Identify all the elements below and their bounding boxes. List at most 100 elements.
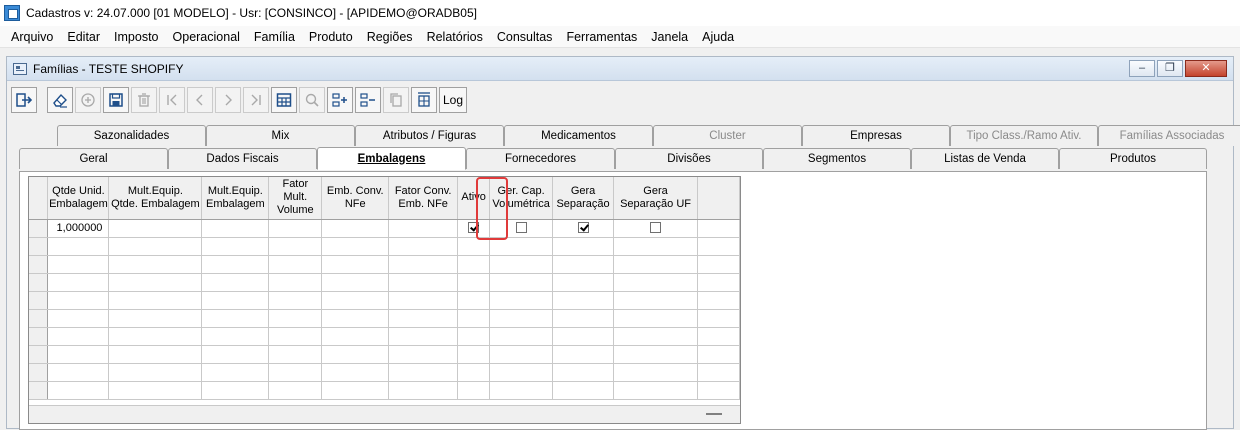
tab-tipo-class[interactable]: Tipo Class./Ramo Ativ.	[950, 125, 1098, 146]
grid-cell[interactable]	[552, 327, 615, 346]
tab-dados-fiscais[interactable]: Dados Fiscais	[168, 148, 317, 169]
grid-cell[interactable]	[108, 255, 203, 274]
cell-gera-sep-uf[interactable]	[613, 219, 698, 238]
grid-cell[interactable]	[552, 363, 615, 382]
row-indicator[interactable]	[29, 309, 49, 328]
grid-view-button[interactable]	[271, 87, 297, 113]
tab-geral[interactable]: Geral	[19, 148, 168, 169]
grid-cell[interactable]	[388, 327, 459, 346]
scroll-grip[interactable]	[706, 413, 722, 415]
grid-cell[interactable]	[321, 255, 390, 274]
grid-cell[interactable]	[268, 363, 323, 382]
tab-listas-de-venda[interactable]: Listas de Venda	[911, 148, 1059, 169]
grid-cell[interactable]	[552, 381, 615, 400]
log-button[interactable]: Log	[439, 87, 467, 113]
table-row[interactable]: 1,000000	[29, 219, 740, 238]
gera-separacao-checkbox[interactable]	[577, 221, 589, 233]
grid-cell[interactable]	[321, 309, 390, 328]
grid-horizontal-scrollbar[interactable]	[29, 405, 740, 423]
menu-operacional[interactable]: Operacional	[166, 30, 247, 44]
grid-cell[interactable]	[613, 273, 698, 292]
grid-cell[interactable]	[108, 363, 203, 382]
grid-cell[interactable]	[47, 309, 110, 328]
previous-button[interactable]	[187, 87, 213, 113]
grid-cell[interactable]	[613, 255, 698, 274]
grid-cell[interactable]	[201, 363, 270, 382]
next-button[interactable]	[215, 87, 241, 113]
grid-cell[interactable]	[613, 237, 698, 256]
tab-empresas[interactable]: Empresas	[802, 125, 950, 146]
grid-cell[interactable]	[489, 273, 554, 292]
col-mult-equip-qtde[interactable]: Mult.Equip. Qtde. Embalagem	[108, 177, 203, 220]
add-button[interactable]	[75, 87, 101, 113]
grid-cell[interactable]	[613, 309, 698, 328]
tab-divisoes[interactable]: Divisões	[615, 148, 763, 169]
row-indicator[interactable]	[29, 219, 49, 238]
menu-arquivo[interactable]: Arquivo	[4, 30, 60, 44]
first-button[interactable]	[159, 87, 185, 113]
save-button[interactable]	[103, 87, 129, 113]
grid-cell[interactable]	[388, 291, 459, 310]
grid-cell[interactable]	[613, 363, 698, 382]
gera-separacao-uf-checkbox[interactable]	[650, 221, 662, 233]
table-row[interactable]	[29, 345, 740, 364]
menu-produto[interactable]: Produto	[302, 30, 360, 44]
grid-cell[interactable]	[108, 291, 203, 310]
col-gera-separacao-uf[interactable]: Gera Separação UF	[613, 177, 698, 220]
ger-cap-checkbox[interactable]	[515, 221, 527, 233]
table-row[interactable]	[29, 381, 740, 400]
cell-qtde-unid[interactable]: 1,000000	[47, 219, 110, 238]
table-row[interactable]	[29, 363, 740, 382]
grid-cell[interactable]	[321, 237, 390, 256]
grid-cell[interactable]	[457, 255, 491, 274]
grid-cell[interactable]	[552, 345, 615, 364]
table-row[interactable]	[29, 273, 740, 292]
tab-segmentos[interactable]: Segmentos	[763, 148, 911, 169]
grid-cell[interactable]	[108, 345, 203, 364]
grid-cell[interactable]	[489, 381, 554, 400]
grid-cell[interactable]	[388, 381, 459, 400]
grid-cell[interactable]	[321, 381, 390, 400]
grid-cell[interactable]	[268, 255, 323, 274]
grid-cell[interactable]	[47, 327, 110, 346]
tab-cluster[interactable]: Cluster	[653, 125, 802, 146]
delete-button[interactable]	[131, 87, 157, 113]
grid-cell[interactable]	[108, 237, 203, 256]
tab-fornecedores[interactable]: Fornecedores	[466, 148, 615, 169]
col-ativo[interactable]: Ativo	[457, 177, 491, 220]
grid-cell[interactable]	[388, 345, 459, 364]
last-button[interactable]	[243, 87, 269, 113]
row-indicator[interactable]	[29, 327, 49, 346]
grid-cell[interactable]	[201, 327, 270, 346]
grid-cell[interactable]	[457, 273, 491, 292]
insert-row-button[interactable]	[327, 87, 353, 113]
cell-fator-conv[interactable]	[388, 219, 459, 238]
exit-button[interactable]	[11, 87, 37, 113]
grid-cell[interactable]	[457, 309, 491, 328]
grid-cell[interactable]	[552, 255, 615, 274]
grid-cell[interactable]	[321, 345, 390, 364]
grid-cell[interactable]	[201, 273, 270, 292]
row-indicator[interactable]	[29, 255, 49, 274]
ativo-checkbox[interactable]	[468, 221, 480, 233]
cell-ativo[interactable]	[457, 219, 491, 238]
grid-cell[interactable]	[552, 273, 615, 292]
row-indicator[interactable]	[29, 273, 49, 292]
grid-cell[interactable]	[457, 237, 491, 256]
grid-cell[interactable]	[489, 237, 554, 256]
grid-cell[interactable]	[47, 237, 110, 256]
grid-cell[interactable]	[268, 381, 323, 400]
grid-cell[interactable]	[321, 273, 390, 292]
tab-embalagens[interactable]: Embalagens	[317, 147, 466, 170]
grid-cell[interactable]	[321, 327, 390, 346]
grid-cell[interactable]	[268, 309, 323, 328]
row-indicator[interactable]	[29, 237, 49, 256]
tab-produtos[interactable]: Produtos	[1059, 148, 1207, 169]
clear-button[interactable]	[47, 87, 73, 113]
grid-cell[interactable]	[552, 309, 615, 328]
row-indicator[interactable]	[29, 345, 49, 364]
grid-cell[interactable]	[108, 309, 203, 328]
col-emb-conv[interactable]: Emb. Conv. NFe	[321, 177, 390, 220]
menu-janela[interactable]: Janela	[644, 30, 695, 44]
menu-ajuda[interactable]: Ajuda	[695, 30, 741, 44]
